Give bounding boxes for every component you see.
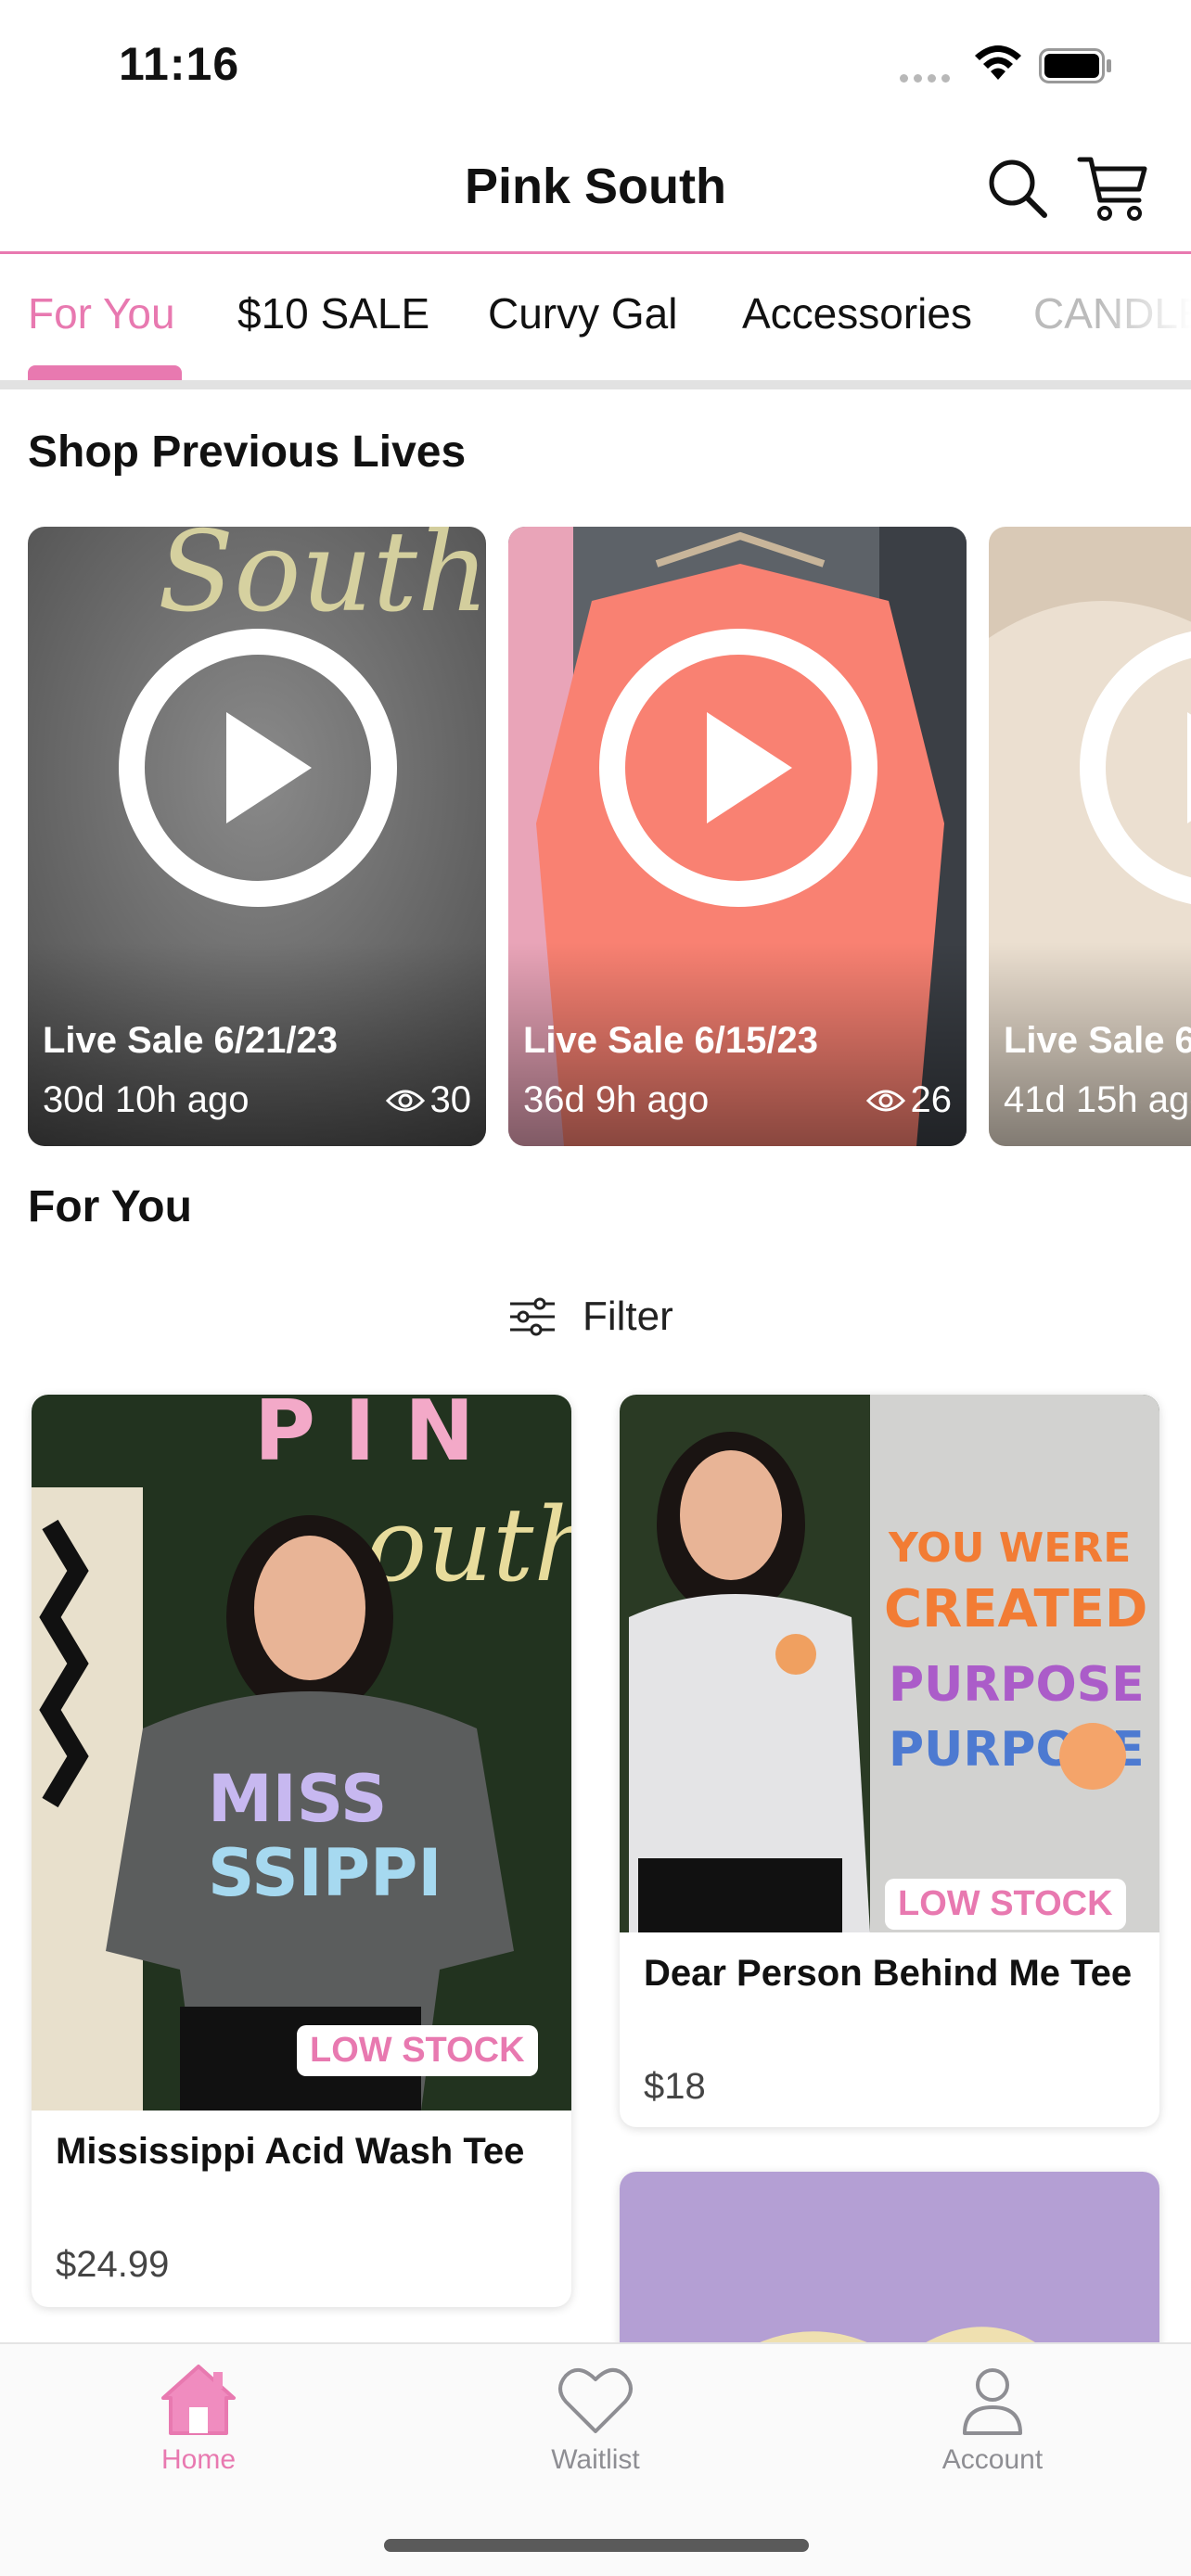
tabs-fade [1098,257,1191,383]
live-sale-card[interactable]: Live Sale 6 41d 15h ago [989,527,1191,1146]
home-indicator [384,2539,809,2552]
search-icon[interactable] [985,156,1050,221]
live-sale-view-count: 30 [429,1079,472,1120]
status-time: 11:16 [119,38,240,90]
live-sale-views: 30 [385,1079,472,1121]
filter-button[interactable]: Filter [508,1287,673,1346]
svg-text:P I N: P I N [254,1395,474,1480]
product-name: Dear Person Behind Me Tee [644,1953,1133,1994]
product-price: $24.99 [56,2244,170,2285]
active-tab-indicator [28,365,182,380]
live-sale-time-ago: 30d 10h ago [43,1079,250,1120]
live-sale-view-count: 26 [910,1079,953,1120]
play-icon[interactable] [117,627,399,909]
live-sale-title: Live Sale 6 [1004,1020,1191,1061]
product-price: $18 [644,2066,706,2107]
home-icon [161,2365,236,2435]
status-bar: 11:16 [0,0,1191,130]
svg-text:MISS: MISS [208,1761,387,1837]
wifi-icon [975,45,1021,80]
for-you-heading: For You [28,1182,192,1231]
battery-icon [1039,48,1111,83]
play-icon[interactable] [1078,627,1191,909]
filter-label: Filter [583,1294,673,1339]
svg-text:South: South [158,527,486,637]
tab-accessories[interactable]: Accessories [742,288,972,338]
product-image: YOU WERE CREATED PURPOSE PURPOSE [620,1395,1159,1932]
tab-for-you[interactable]: For You [28,288,175,338]
product-card[interactable]: YOU WERE CREATED PURPOSE PURPOSE LOW STO… [620,1395,1159,2127]
previous-lives-carousel[interactable]: South Live Sale 6/21/23 30d 10h ago 30 L… [28,527,1191,1148]
low-stock-badge: LOW STOCK [885,1879,1126,1930]
previous-lives-heading: Shop Previous Lives [28,427,467,477]
bottom-nav-home[interactable]: Home [87,2363,310,2476]
product-image: P I N outh MISS SSIPPI [32,1395,571,2111]
tab-curvy-gal[interactable]: Curvy Gal [488,288,677,338]
live-sale-card[interactable]: South Live Sale 6/21/23 30d 10h ago 30 [28,527,486,1146]
tab-10-sale[interactable]: $10 SALE [237,288,429,338]
cellular-signal-icon [900,74,950,83]
bottom-nav-waitlist[interactable]: Waitlist [484,2363,707,2476]
heart-icon [558,2368,633,2433]
play-icon[interactable] [597,627,879,909]
bottom-nav-label: Account [941,2444,1044,2475]
bottom-nav-label: Home [160,2444,237,2475]
cart-icon[interactable] [1076,154,1150,223]
svg-text:CREATED: CREATED [884,1579,1147,1639]
svg-text:PURPOSE: PURPOSE [889,1657,1145,1713]
live-sale-views: 26 [865,1079,953,1121]
product-name: Mississippi Acid Wash Tee [56,2131,525,2172]
eye-icon [385,1090,425,1111]
low-stock-badge: LOW STOCK [297,2025,538,2076]
tabs-divider [0,380,1191,389]
bottom-nav-account[interactable]: Account [881,2363,1104,2476]
person-icon [963,2368,1022,2435]
live-sale-time-ago: 36d 9h ago [523,1079,710,1120]
live-sale-card[interactable]: Live Sale 6/15/23 36d 9h ago 26 [508,527,967,1146]
svg-text:YOU WERE: YOU WERE [888,1524,1131,1572]
live-sale-title: Live Sale 6/15/23 [523,1020,819,1061]
svg-text:SSIPPI: SSIPPI [208,1835,442,1911]
category-tabs: For You $10 SALE Curvy Gal Accessories C… [0,257,1191,383]
filter-sliders-icon [510,1297,555,1336]
live-sale-time-ago: 41d 15h ago [1004,1079,1191,1120]
product-card[interactable]: P I N outh MISS SSIPPI LOW STOCK Mississ… [32,1395,571,2307]
live-sale-title: Live Sale 6/21/23 [43,1020,339,1061]
svg-text:outh: outh [365,1486,571,1604]
bottom-nav-label: Waitlist [551,2444,640,2475]
nav-header: Pink South [0,130,1191,254]
eye-icon [865,1090,905,1111]
